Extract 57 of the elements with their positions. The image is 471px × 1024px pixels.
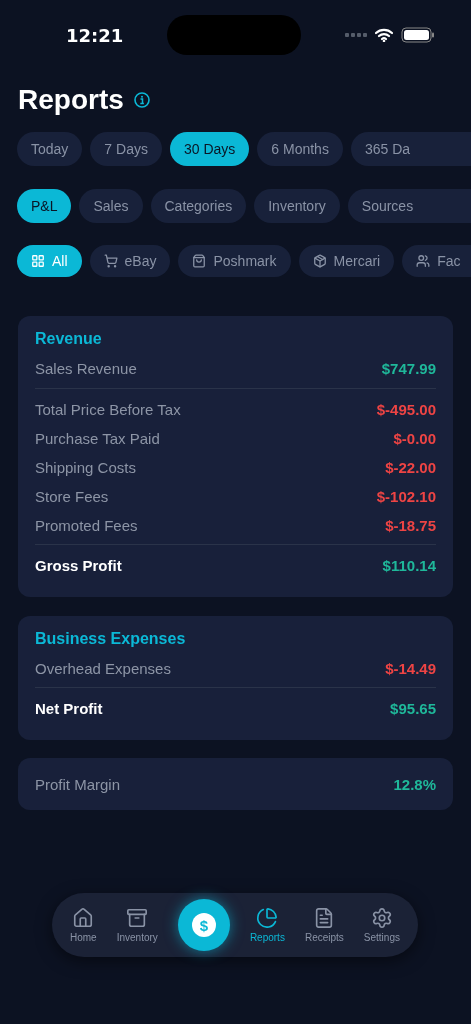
period-chip[interactable]: 365 Da — [350, 132, 471, 166]
row-label: Promoted Fees — [35, 517, 138, 534]
platform-chip[interactable]: Mercari — [298, 245, 395, 277]
tab-bar-item[interactable]: Inventory — [116, 907, 158, 943]
row-amount: $-22.00 — [385, 459, 436, 476]
row-label: Store Fees — [35, 488, 109, 505]
wifi-icon — [375, 28, 393, 42]
period-chip[interactable]: Today — [17, 132, 83, 166]
dollar-icon: $ — [191, 913, 216, 937]
report-tab[interactable]: Sources — [347, 189, 471, 223]
section-title: Revenue — [35, 330, 103, 348]
section-title: Business Expenses — [35, 630, 187, 648]
row-label: Gross Profit — [35, 556, 122, 574]
period-chip[interactable]: 7 Days — [90, 132, 162, 166]
row-amount: $747.99 — [381, 360, 436, 377]
page-title: Reports — [18, 84, 124, 116]
archive-icon — [126, 907, 149, 929]
pie-chart-icon — [256, 907, 279, 929]
row-label: Shipping Costs — [35, 459, 136, 476]
people-icon — [416, 254, 431, 268]
signal-icon — [345, 33, 367, 37]
platform-chip[interactable]: eBay — [89, 245, 171, 277]
grid-icon — [31, 254, 45, 268]
row-label: Total Price Before Tax — [35, 401, 181, 418]
row-label: Purchase Tax Paid — [35, 430, 160, 447]
tab-bar-item[interactable]: Reports — [249, 907, 285, 943]
battery-icon — [401, 27, 435, 43]
package-icon — [312, 254, 327, 268]
home-icon — [72, 907, 95, 929]
period-chip[interactable]: 6 Months — [257, 132, 343, 166]
row-amount: $110.14 — [382, 556, 436, 574]
row-amount: $95.65 — [390, 699, 436, 717]
tab-bar-item[interactable]: Receipts — [304, 907, 344, 943]
row-amount: 12.8% — [393, 775, 436, 793]
settings-icon — [370, 907, 393, 929]
report-tab[interactable]: Categories — [150, 189, 247, 223]
row-amount: $-0.00 — [393, 430, 436, 447]
status-time: 12:21 — [66, 24, 124, 46]
info-icon[interactable] — [133, 92, 150, 108]
row-label: Sales Revenue — [35, 360, 137, 377]
row-amount: $-495.00 — [376, 401, 436, 418]
report-tab[interactable]: P&L — [17, 189, 72, 223]
row-label: Profit Margin — [35, 775, 121, 793]
row-amount: $-18.75 — [385, 517, 436, 534]
cart-icon — [103, 254, 118, 268]
tab-bar-item[interactable]: Settings — [363, 907, 400, 943]
row-amount: $-14.49 — [385, 660, 436, 677]
platform-chip[interactable]: Poshmark — [178, 245, 291, 277]
report-tab[interactable]: Sales — [79, 189, 143, 223]
bag-icon — [192, 254, 207, 268]
row-amount: $-102.10 — [376, 488, 436, 505]
period-chip[interactable]: 30 Days — [169, 132, 250, 166]
row-label: Overhead Expenses — [35, 660, 171, 677]
report-tab[interactable]: Inventory — [254, 189, 340, 223]
row-label: Net Profit — [35, 699, 103, 717]
platform-chip[interactable]: Fac — [402, 245, 471, 277]
tab-bar-item[interactable]: Home — [70, 907, 97, 943]
